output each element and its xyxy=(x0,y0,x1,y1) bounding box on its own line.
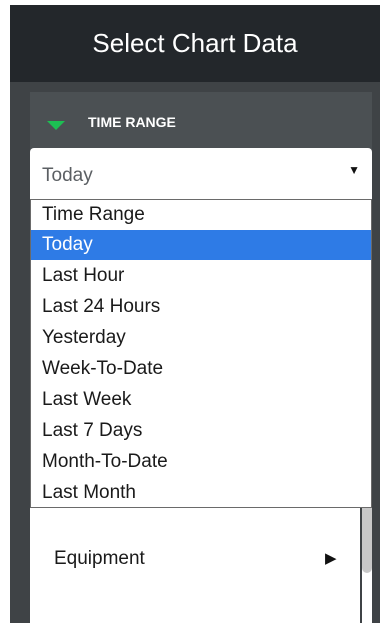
option-last-hour[interactable]: Last Hour xyxy=(31,261,371,291)
time-range-section-header[interactable]: TIME RANGE xyxy=(30,92,372,150)
triangle-down-icon[interactable] xyxy=(47,121,65,130)
time-range-select[interactable]: Today ▼ xyxy=(30,148,372,201)
panel-header: Select Chart Data xyxy=(10,5,380,82)
option-last-month[interactable]: Last Month xyxy=(31,478,371,508)
option-today[interactable]: Today xyxy=(31,230,371,260)
option-time-range[interactable]: Time Range xyxy=(31,200,371,230)
chevron-right-icon[interactable]: ▶ xyxy=(325,549,337,567)
menu-item-equipment[interactable]: Equipment xyxy=(54,548,145,570)
option-month-to-date[interactable]: Month-To-Date xyxy=(31,447,371,477)
option-last-24-hours[interactable]: Last 24 Hours xyxy=(31,292,371,322)
scroll-thumb[interactable] xyxy=(362,501,372,573)
select-value: Today xyxy=(42,165,93,186)
option-last-week[interactable]: Last Week xyxy=(31,385,371,415)
panel-title: Select Chart Data xyxy=(92,28,298,58)
option-yesterday[interactable]: Yesterday xyxy=(31,323,371,353)
section-label: TIME RANGE xyxy=(88,114,176,130)
option-last-7-days[interactable]: Last 7 Days xyxy=(31,416,371,446)
option-week-to-date[interactable]: Week-To-Date xyxy=(31,354,371,384)
time-range-dropdown[interactable]: Time Range Today Last Hour Last 24 Hours… xyxy=(30,199,372,508)
caret-down-icon[interactable]: ▼ xyxy=(348,163,360,177)
